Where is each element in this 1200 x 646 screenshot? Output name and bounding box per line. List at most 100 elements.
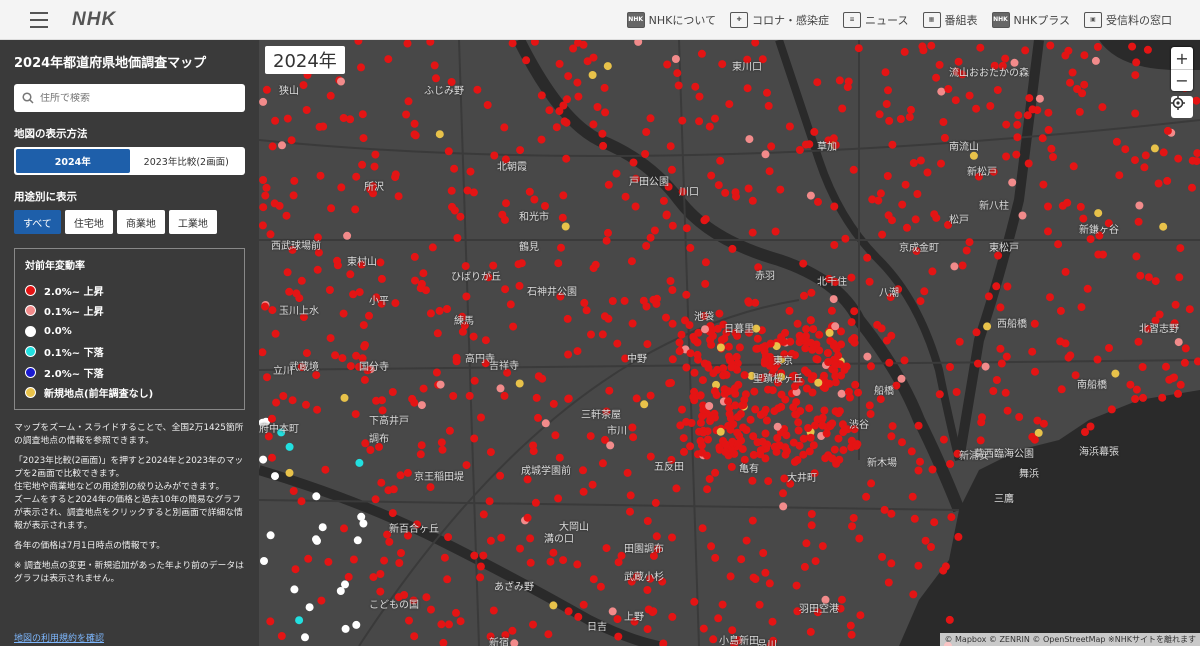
survey-point[interactable]	[589, 575, 598, 584]
survey-point[interactable]	[1044, 227, 1052, 236]
survey-point[interactable]	[1033, 106, 1042, 115]
survey-point[interactable]	[380, 556, 389, 565]
survey-point[interactable]	[805, 404, 814, 413]
survey-point[interactable]	[275, 201, 284, 210]
survey-point[interactable]	[800, 562, 809, 571]
survey-point[interactable]	[913, 190, 922, 198]
survey-point[interactable]	[604, 180, 613, 189]
survey-point[interactable]	[1174, 389, 1182, 398]
survey-point[interactable]	[830, 445, 839, 454]
survey-point[interactable]	[1155, 310, 1164, 319]
survey-point[interactable]	[900, 47, 909, 56]
survey-point[interactable]	[1105, 344, 1113, 352]
survey-point[interactable]	[644, 605, 653, 614]
survey-point[interactable]	[700, 216, 709, 225]
survey-point[interactable]	[1003, 406, 1012, 415]
survey-point[interactable]	[326, 334, 335, 343]
survey-point[interactable]	[703, 485, 712, 494]
survey-point[interactable]	[564, 394, 573, 403]
survey-point[interactable]	[359, 321, 368, 330]
survey-point[interactable]	[501, 215, 509, 224]
survey-point[interactable]	[700, 359, 709, 368]
survey-point[interactable]	[408, 394, 417, 403]
survey-point[interactable]	[583, 57, 592, 66]
survey-point[interactable]	[761, 568, 770, 577]
survey-point[interactable]	[818, 542, 827, 551]
survey-point[interactable]	[346, 362, 355, 371]
survey-point[interactable]	[1015, 413, 1024, 421]
survey-point[interactable]	[742, 536, 751, 545]
survey-point[interactable]	[266, 617, 275, 626]
survey-point[interactable]	[371, 495, 380, 504]
survey-point[interactable]	[843, 83, 852, 92]
survey-point[interactable]	[530, 195, 539, 204]
survey-point[interactable]	[952, 388, 961, 396]
survey-point[interactable]	[358, 160, 367, 169]
survey-point[interactable]	[469, 332, 478, 341]
survey-point[interactable]	[469, 188, 478, 197]
survey-point[interactable]	[290, 585, 299, 594]
survey-point[interactable]	[992, 376, 1001, 384]
survey-point[interactable]	[914, 466, 923, 475]
survey-point[interactable]	[526, 534, 535, 543]
survey-point[interactable]	[302, 349, 311, 358]
survey-point[interactable]	[337, 77, 345, 86]
survey-point[interactable]	[278, 141, 286, 150]
survey-point[interactable]	[977, 418, 986, 427]
survey-point[interactable]	[555, 59, 564, 68]
survey-point[interactable]	[1044, 125, 1053, 134]
survey-point[interactable]	[1039, 180, 1048, 189]
survey-point[interactable]	[462, 292, 471, 301]
filter-residential-button[interactable]: 住宅地	[64, 210, 113, 234]
survey-point[interactable]	[623, 468, 632, 477]
survey-point[interactable]	[1188, 183, 1196, 192]
survey-point[interactable]	[600, 83, 609, 92]
survey-point[interactable]	[291, 565, 300, 574]
survey-point[interactable]	[1054, 240, 1063, 249]
survey-point[interactable]	[1039, 419, 1048, 428]
survey-point[interactable]	[1126, 380, 1135, 389]
survey-point[interactable]	[358, 110, 367, 119]
survey-point[interactable]	[458, 327, 467, 336]
survey-point[interactable]	[444, 147, 453, 156]
survey-point[interactable]	[944, 85, 953, 93]
survey-point[interactable]	[737, 436, 746, 445]
survey-point[interactable]	[557, 243, 565, 252]
survey-point[interactable]	[564, 72, 573, 81]
survey-point[interactable]	[865, 401, 874, 410]
map-terms-link[interactable]: 地図の利用規約を確認	[14, 631, 104, 644]
survey-point[interactable]	[410, 130, 419, 139]
survey-point[interactable]	[856, 611, 865, 620]
survey-point[interactable]	[325, 286, 334, 294]
survey-point[interactable]	[855, 534, 864, 543]
survey-point[interactable]	[724, 397, 733, 406]
survey-point[interactable]	[668, 533, 676, 542]
survey-point[interactable]	[316, 171, 325, 180]
survey-point[interactable]	[951, 96, 960, 105]
survey-point[interactable]	[721, 188, 730, 197]
zoom-in-button[interactable]: +	[1171, 47, 1193, 69]
survey-point[interactable]	[326, 91, 335, 100]
survey-point[interactable]	[792, 398, 801, 407]
survey-point[interactable]	[885, 116, 894, 125]
filter-all-button[interactable]: すべて	[14, 210, 61, 234]
survey-point[interactable]	[1132, 252, 1141, 261]
survey-point[interactable]	[1174, 154, 1183, 163]
survey-point[interactable]	[1093, 355, 1102, 364]
survey-point[interactable]	[1046, 293, 1054, 302]
survey-point[interactable]	[516, 544, 524, 553]
survey-point[interactable]	[479, 551, 488, 560]
survey-point[interactable]	[384, 55, 393, 64]
survey-point[interactable]	[1159, 222, 1168, 231]
survey-point[interactable]	[313, 265, 322, 274]
survey-point[interactable]	[792, 581, 801, 590]
survey-point[interactable]	[885, 358, 894, 367]
survey-point[interactable]	[1174, 338, 1183, 347]
survey-point[interactable]	[986, 102, 995, 110]
survey-point[interactable]	[526, 558, 535, 567]
survey-point[interactable]	[351, 410, 360, 419]
survey-point[interactable]	[371, 150, 380, 159]
survey-point[interactable]	[340, 524, 348, 533]
survey-point[interactable]	[602, 544, 611, 553]
survey-point[interactable]	[807, 521, 816, 530]
